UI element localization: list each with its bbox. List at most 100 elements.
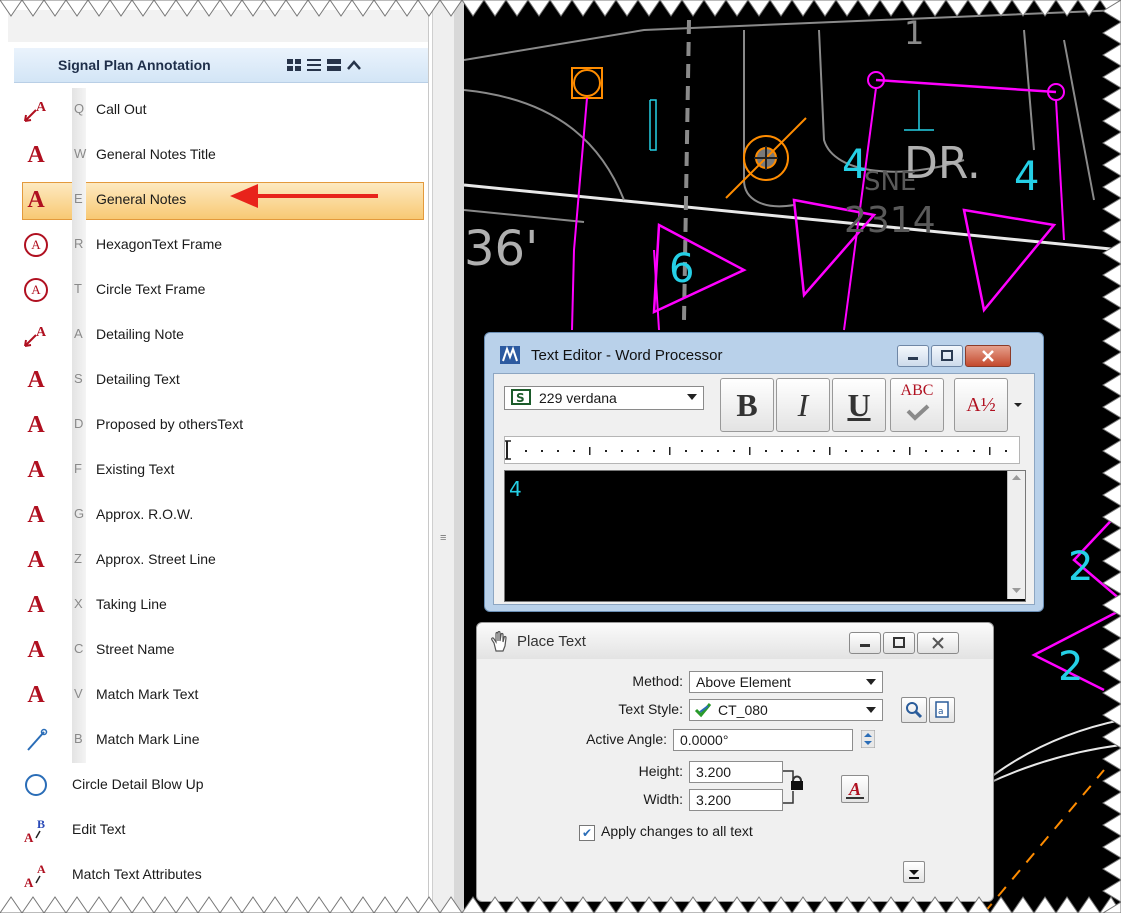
shortcut-key: Z (74, 551, 82, 566)
svg-text:A: A (848, 779, 861, 799)
tool-item-proposed-by-otherstext[interactable]: A D Proposed by othersText (8, 403, 428, 448)
line-icon (22, 726, 50, 754)
text-entry-area[interactable]: 4 (504, 470, 1026, 602)
tool-label: Match Text Attributes (72, 866, 202, 882)
tool-item-match-mark-text[interactable]: A V Match Mark Text (8, 673, 428, 718)
collapse-icon[interactable] (346, 58, 362, 72)
search-style-button[interactable] (901, 697, 927, 723)
font-dropdown[interactable]: S 229 verdana (504, 386, 704, 410)
place-text-title: Place Text (517, 633, 586, 650)
checkmark-icon (906, 404, 930, 421)
tool-item-hexagontext-frame[interactable]: A R HexagonText Frame (8, 223, 428, 268)
svg-text:B: B (37, 817, 45, 831)
detail-view-icon[interactable] (326, 58, 342, 72)
method-value: Above Element (696, 674, 791, 690)
text-a-icon: A (27, 592, 45, 618)
microstation-icon (500, 346, 520, 364)
tool-item-street-name[interactable]: A C Street Name (8, 628, 428, 673)
close-button[interactable] (965, 345, 1011, 367)
callout-icon: A (22, 96, 50, 124)
tool-item-approx-street-line[interactable]: A Z Approx. Street Line (8, 538, 428, 583)
tool-item-edit-text[interactable]: A B Edit Text (8, 808, 428, 853)
active-angle-field[interactable]: 0.0000° (673, 729, 853, 751)
grid-view-icon[interactable] (286, 58, 302, 72)
scroll-down-icon[interactable] (1008, 583, 1025, 597)
text-editor-window[interactable]: Text Editor - Word Processor S 229 verda… (484, 332, 1044, 612)
tool-item-approx-r-o-w[interactable]: A G Approx. R.O.W. (8, 493, 428, 538)
tool-label: Circle Detail Blow Up (72, 776, 204, 792)
maximize-button[interactable] (931, 345, 963, 367)
panel-splitter[interactable]: ≡ (432, 0, 456, 913)
more-chevron-icon[interactable] (1012, 400, 1024, 410)
tool-label: Circle Text Frame (96, 281, 206, 297)
tool-item-taking-line[interactable]: A X Taking Line (8, 583, 428, 628)
pt-minimize-button[interactable] (849, 632, 881, 654)
tool-item-existing-text[interactable]: A F Existing Text (8, 448, 428, 493)
chevron-down-icon (866, 679, 876, 685)
text-style-label: Text Style: (618, 701, 683, 717)
text-style-dropdown[interactable]: CT_080 (689, 699, 883, 721)
tool-item-circle-text-frame[interactable]: A T Circle Text Frame (8, 268, 428, 313)
scroll-up-icon[interactable] (1008, 471, 1025, 485)
place-text-titlebar[interactable]: Place Text (477, 623, 993, 659)
pt-close-button[interactable] (917, 632, 959, 654)
style-check-icon (694, 703, 712, 718)
lock-icon[interactable] (783, 767, 805, 807)
red-arrow-annotation (230, 184, 378, 208)
tool-item-circle-detail-blow-up[interactable]: Circle Detail Blow Up (8, 763, 428, 808)
cad-label-2b: 2 (1058, 644, 1083, 690)
height-field[interactable]: 3.200 (689, 761, 783, 783)
shortcut-key: R (74, 236, 84, 251)
maximize-icon (893, 637, 905, 648)
close-icon (982, 350, 994, 362)
apply-all-checkbox[interactable]: ✔ (579, 825, 595, 841)
tool-item-match-mark-line[interactable]: B Match Mark Line (8, 718, 428, 763)
circle-a-icon: A (22, 276, 50, 304)
ruler-ticks (505, 440, 1007, 460)
place-text-window[interactable]: Place Text Method: Above Element Text St… (476, 622, 994, 902)
list-view-icon[interactable] (306, 58, 322, 72)
tool-item-detailing-text[interactable]: A S Detailing Text (8, 358, 428, 403)
underline-button[interactable]: U (832, 378, 886, 432)
tool-list: A Q Call Out A W General Notes Title A E General… (8, 88, 428, 898)
tool-item-detailing-note[interactable]: A A Detailing Note (8, 313, 428, 358)
chevron-down-icon (687, 394, 697, 400)
panel-title: Signal Plan Annotation (58, 57, 211, 73)
tool-label: Edit Text (72, 821, 126, 837)
svg-text:A: A (24, 830, 34, 844)
tool-label: General Notes Title (96, 146, 216, 162)
text-style-value: CT_080 (718, 702, 768, 718)
tool-label: HexagonText Frame (96, 236, 223, 252)
angle-spinner-icon[interactable] (861, 730, 875, 748)
tool-label: Approx. R.O.W. (96, 506, 194, 522)
style-settings-button[interactable]: a (929, 697, 955, 723)
torn-edge-right (1102, 0, 1121, 913)
spell-check-button[interactable]: ABC (890, 378, 944, 432)
svg-text:A: A (24, 875, 34, 889)
bold-button[interactable]: B (720, 378, 774, 432)
tool-label: Match Mark Line (96, 731, 200, 747)
minimize-button[interactable] (897, 345, 929, 367)
tool-item-call-out[interactable]: A Q Call Out (8, 88, 428, 133)
italic-button[interactable]: I (776, 378, 830, 432)
shortcut-key: Q (74, 101, 85, 116)
apply-all-label: Apply changes to all text (601, 823, 753, 839)
pt-maximize-button[interactable] (883, 632, 915, 654)
method-dropdown[interactable]: Above Element (689, 671, 883, 693)
svg-text:A: A (36, 100, 47, 115)
text-scrollbar[interactable] (1007, 471, 1025, 599)
panel-header[interactable]: Signal Plan Annotation (14, 48, 428, 83)
tool-label: Match Mark Text (96, 686, 199, 702)
expand-options-button[interactable] (903, 861, 925, 883)
width-field[interactable]: 3.200 (689, 789, 783, 811)
tool-item-general-notes-title[interactable]: A W General Notes Title (8, 133, 428, 178)
text-entry-value: 4 (509, 477, 522, 501)
text-attributes-button[interactable]: A (841, 775, 869, 803)
tool-label: Detailing Text (96, 371, 180, 387)
fraction-button[interactable]: A½ (954, 378, 1008, 432)
text-ruler[interactable] (504, 436, 1020, 464)
torn-edge-top (0, 0, 1121, 17)
svg-text:A: A (37, 862, 46, 876)
tool-label: Approx. Street Line (96, 551, 216, 567)
width-value: 3.200 (696, 792, 732, 808)
